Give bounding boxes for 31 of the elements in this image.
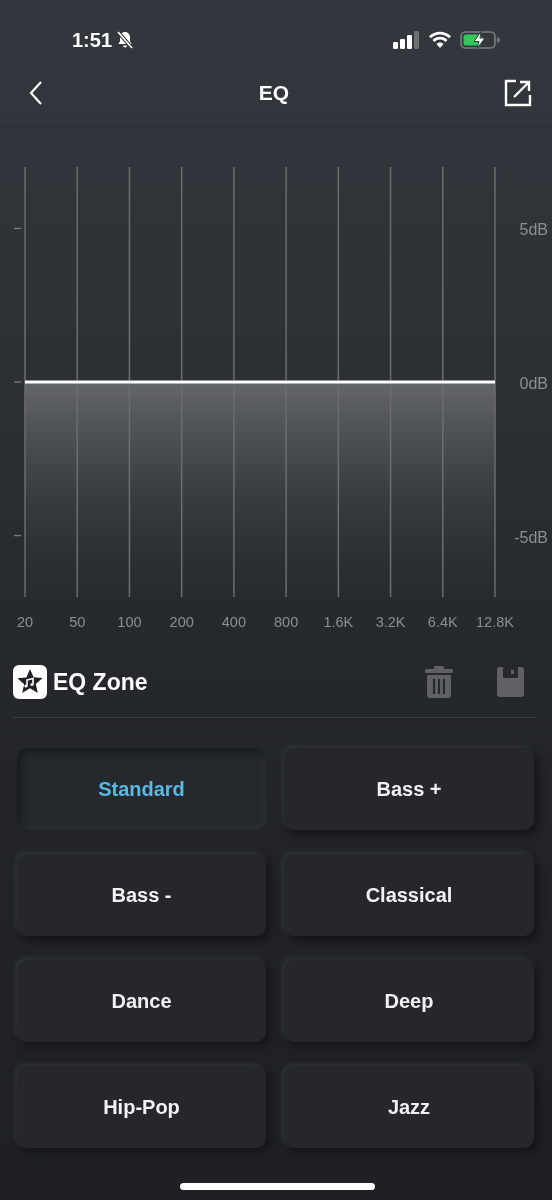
frequency-label: 1.6K bbox=[323, 614, 354, 630]
signal-icon bbox=[393, 31, 420, 49]
y-axis-label: 0dB bbox=[519, 375, 548, 392]
preset-button[interactable]: Standard bbox=[17, 748, 266, 830]
frequency-label: 12.8K bbox=[476, 614, 514, 630]
preset-button[interactable]: Jazz bbox=[284, 1066, 534, 1148]
frequency-label: 20 bbox=[17, 614, 34, 630]
share-button[interactable] bbox=[504, 79, 532, 107]
frequency-label: 100 bbox=[117, 614, 142, 630]
frequency-label: 6.4K bbox=[427, 614, 458, 630]
back-button[interactable] bbox=[28, 80, 44, 106]
delete-button[interactable] bbox=[425, 666, 453, 698]
star-music-icon bbox=[13, 665, 47, 699]
y-axis-label: -5dB bbox=[514, 528, 548, 546]
preset-button[interactable]: Classical bbox=[284, 854, 534, 936]
screen-title: EQ bbox=[258, 81, 290, 105]
y-axis-label: 5dB bbox=[519, 221, 548, 239]
save-button[interactable] bbox=[497, 667, 524, 697]
frequency-label: 50 bbox=[69, 614, 86, 630]
frequency-label: 400 bbox=[221, 614, 246, 630]
preset-button[interactable]: Bass + bbox=[284, 748, 534, 830]
frequency-label: 3.2K bbox=[375, 614, 406, 630]
wifi-icon bbox=[428, 31, 452, 49]
frequency-label: 200 bbox=[169, 614, 194, 630]
preset-button[interactable]: Dance bbox=[17, 960, 266, 1042]
preset-button[interactable]: Hip-Pop bbox=[17, 1066, 266, 1148]
preset-button[interactable]: Bass - bbox=[17, 854, 266, 936]
frequency-label: 800 bbox=[274, 614, 299, 630]
status-time: 1:51 bbox=[72, 28, 113, 52]
zone-title: EQ Zone bbox=[53, 668, 149, 696]
preset-button[interactable]: Deep bbox=[284, 960, 534, 1042]
